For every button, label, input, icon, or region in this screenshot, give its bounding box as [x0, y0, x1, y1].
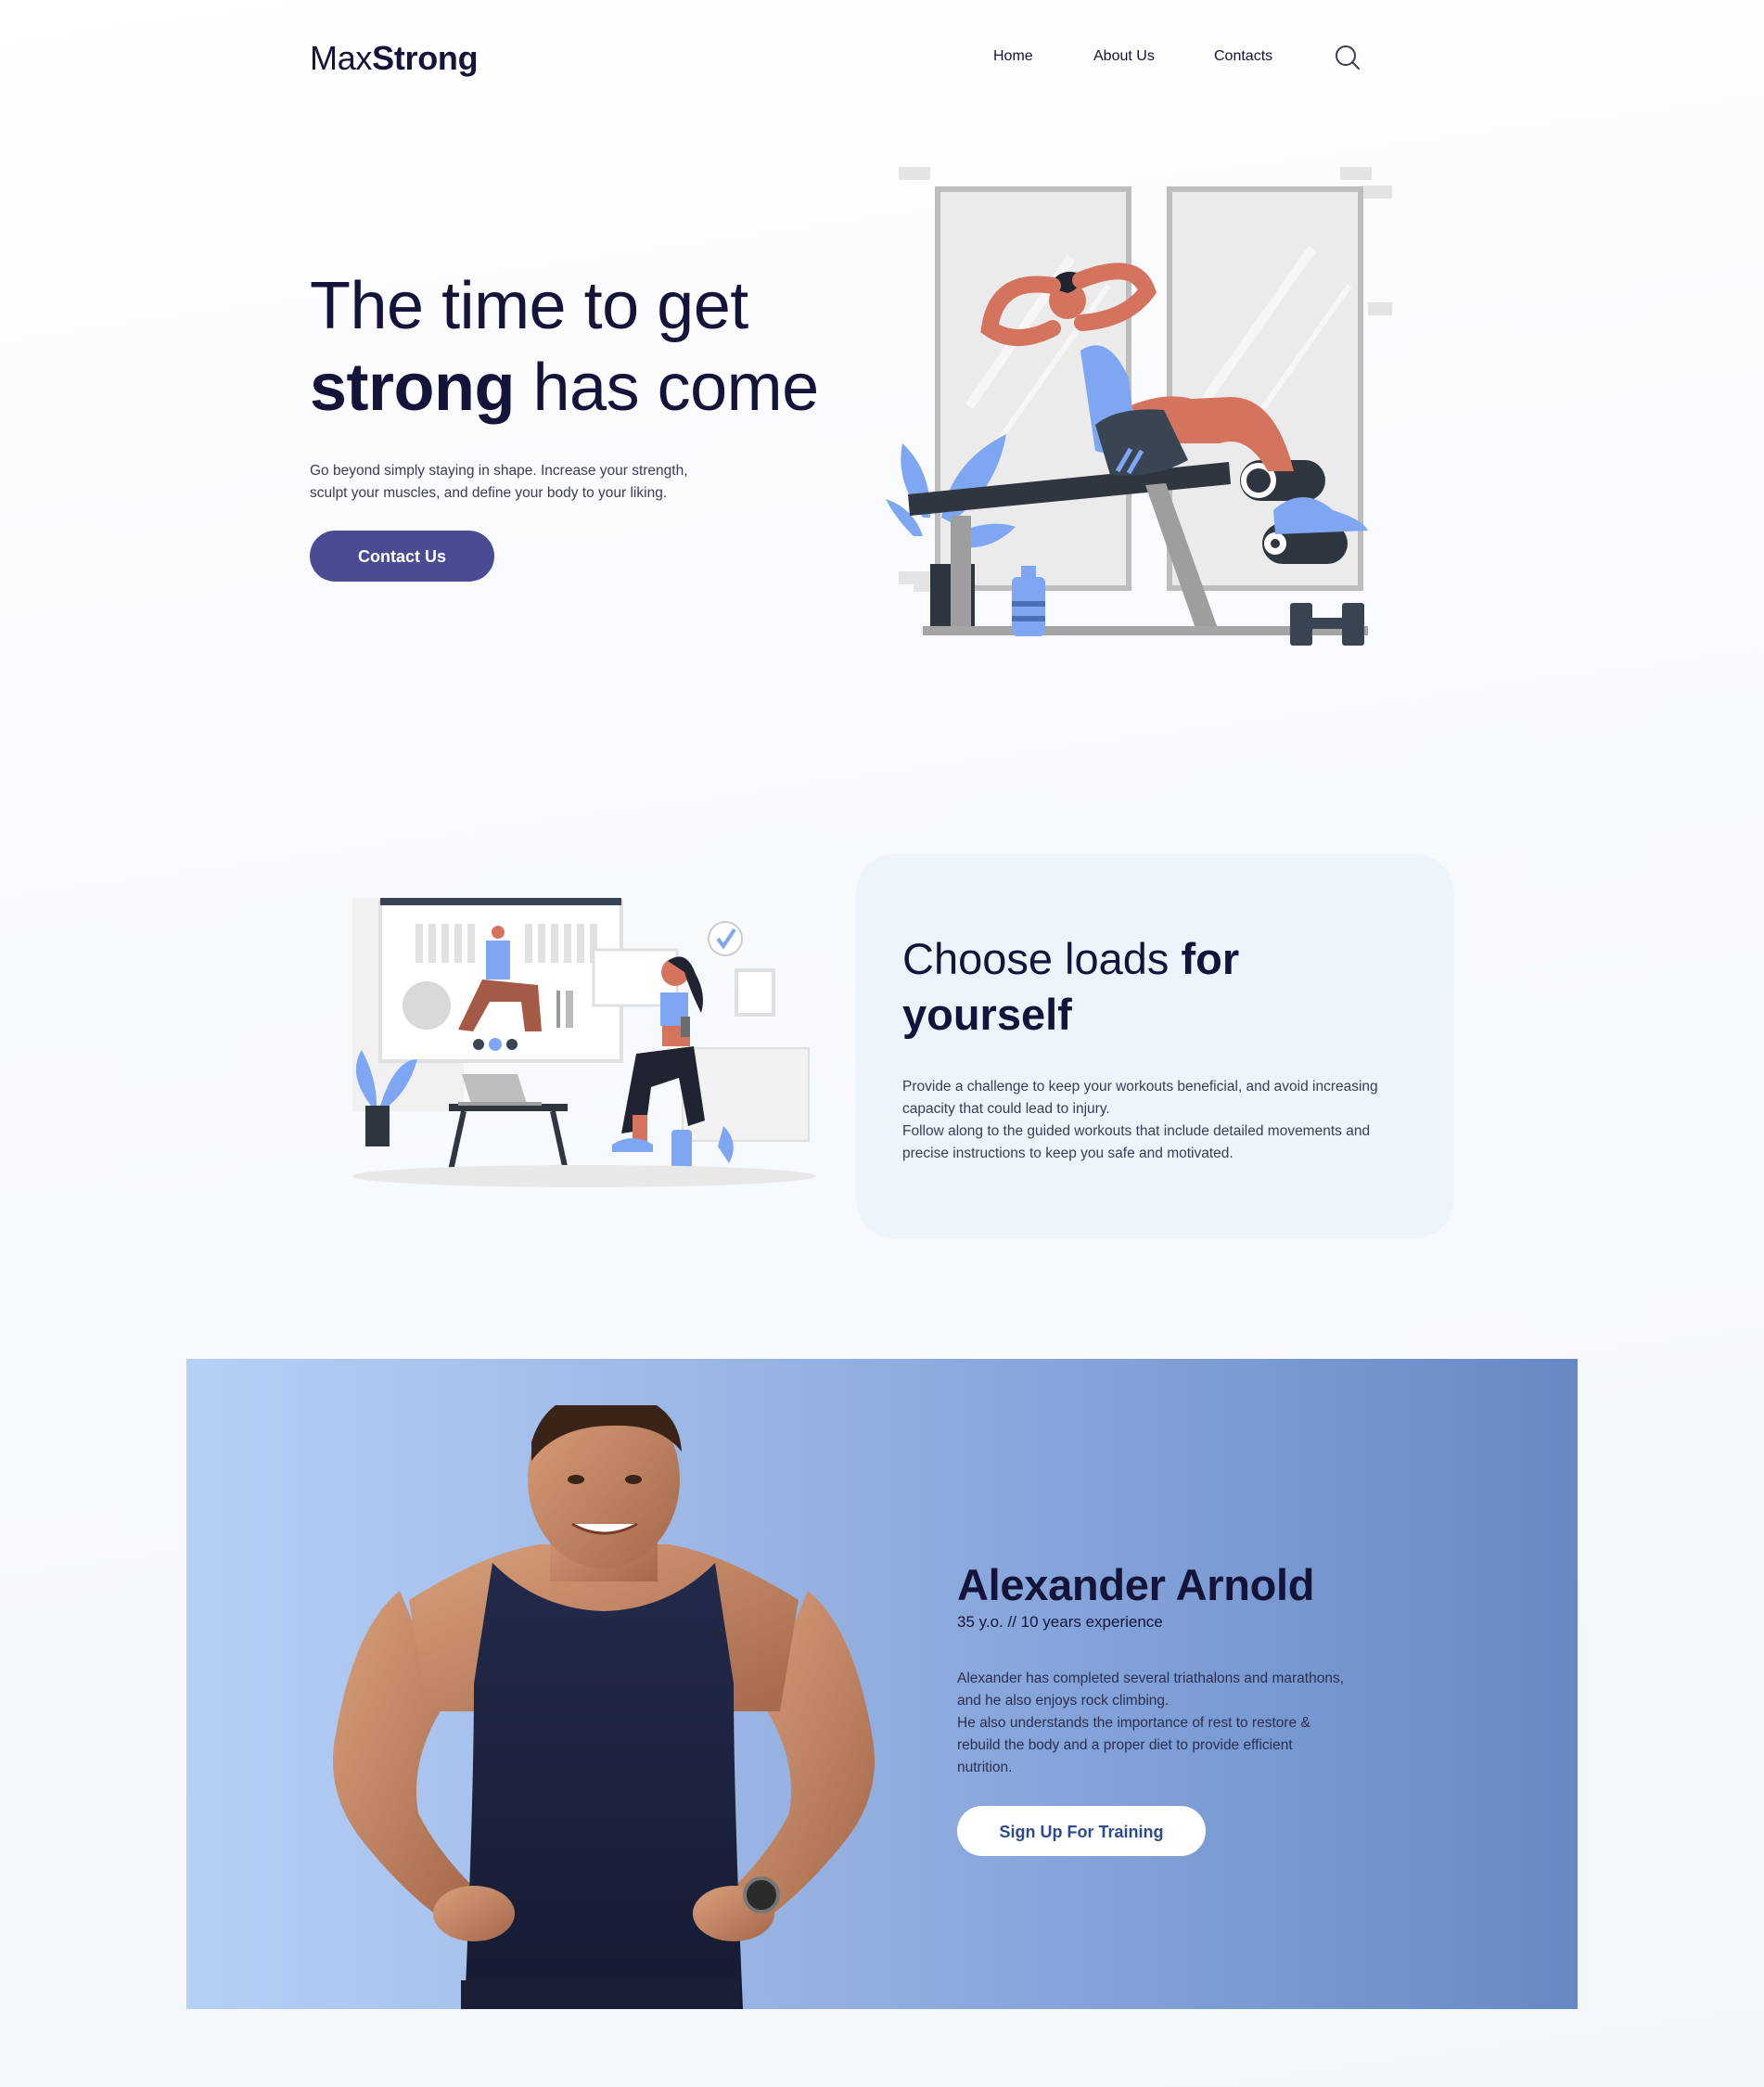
trainer-portrait-photo: [333, 1405, 875, 2009]
hero-situps-illustration: [886, 167, 1392, 646]
sign-up-for-training-button[interactable]: Sign Up For Training: [957, 1806, 1206, 1856]
trainer-section: Alexander Arnold 35 y.o. // 10 years exp…: [186, 1359, 1578, 2009]
trainer-bio-2: He also understands the importance of re…: [957, 1715, 1310, 1775]
choose-loads-paragraph-2: Follow along to the guided workouts that…: [902, 1123, 1371, 1161]
choose-loads-title-light: Choose loads: [902, 934, 1182, 983]
hero-description-line1: Go beyond simply staying in shape. Incre…: [310, 463, 688, 479]
hero-title-rest: has come: [514, 351, 819, 425]
choose-loads-title-bold-2: yourself: [902, 990, 1072, 1039]
online-workout-illustration: [352, 898, 816, 1187]
choose-loads-description: Provide a challenge to keep your workout…: [902, 1076, 1412, 1165]
choose-loads-paragraph-1: Provide a challenge to keep your workout…: [902, 1079, 1378, 1117]
hero-title-bold: strong: [310, 351, 515, 425]
search-icon[interactable]: [1333, 43, 1362, 72]
hero-title: The time to get strong has come: [310, 265, 819, 429]
contact-us-button[interactable]: Contact Us: [310, 531, 494, 582]
hero-description-line2: sculpt your muscles, and define your bod…: [310, 485, 668, 501]
choose-loads-title: Choose loads for yourself: [902, 931, 1239, 1043]
hero-description: Go beyond simply staying in shape. Incre…: [310, 460, 746, 505]
nav-about-us[interactable]: About Us: [1093, 48, 1155, 65]
logo-light: Max: [310, 39, 373, 77]
trainer-meta: 35 y.o. // 10 years experience: [957, 1613, 1163, 1631]
logo-bold: Strong: [372, 39, 479, 77]
nav-home[interactable]: Home: [993, 48, 1033, 65]
nav-contacts[interactable]: Contacts: [1214, 48, 1272, 65]
choose-loads-card: [856, 854, 1454, 1238]
trainer-name: Alexander Arnold: [957, 1560, 1315, 1609]
hero-title-line1: The time to get: [310, 269, 748, 343]
trainer-bio: Alexander has completed several triathal…: [957, 1668, 1347, 1779]
choose-loads-title-bold-1: for: [1181, 934, 1240, 983]
trainer-bio-1: Alexander has completed several triathal…: [957, 1671, 1345, 1709]
logo[interactable]: MaxStrong: [310, 39, 479, 78]
